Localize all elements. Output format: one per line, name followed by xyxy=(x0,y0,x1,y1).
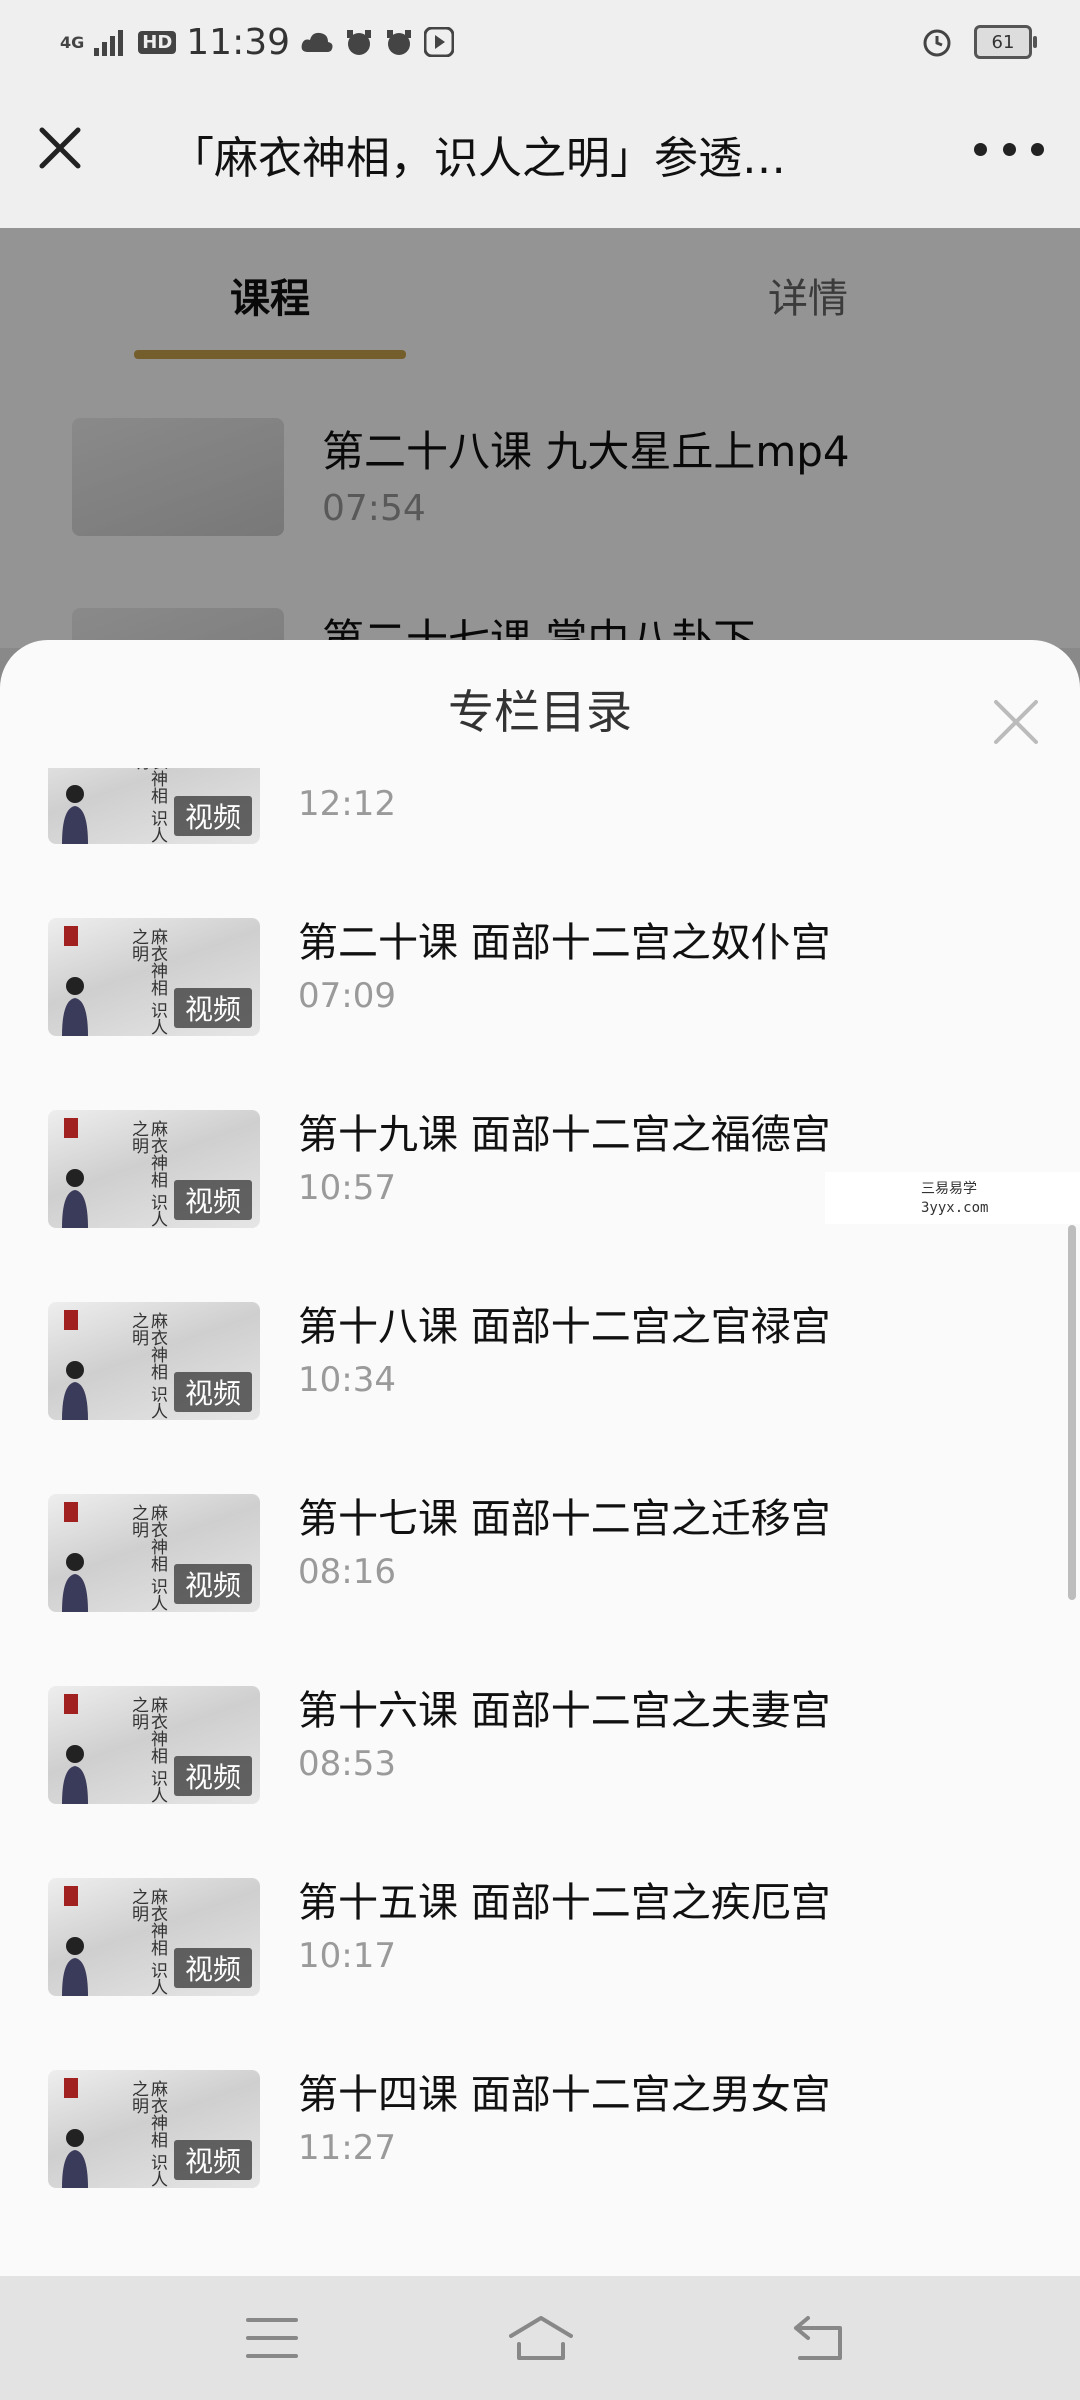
seal-mark xyxy=(64,1310,78,1330)
system-nav-bar xyxy=(0,2276,1080,2400)
person-figure xyxy=(62,2129,88,2188)
battery-indicator: 61 xyxy=(974,25,1037,59)
video-thumbnail[interactable]: 麻衣神相 识人之明 视频 xyxy=(48,1494,260,1612)
person-figure xyxy=(62,785,88,844)
hd-badge: HD xyxy=(138,30,177,54)
list-item[interactable]: 麻衣神相 识人之明 视频 第十八课 面部十二宫之官禄宫 10:34 xyxy=(0,1302,1080,1492)
video-badge: 视频 xyxy=(174,2140,252,2180)
video-badge: 视频 xyxy=(174,1948,252,1988)
person-figure xyxy=(62,1553,88,1612)
video-thumbnail[interactable]: 麻衣神相 识人之明 视频 xyxy=(48,1878,260,1996)
back-icon[interactable] xyxy=(790,2312,850,2364)
status-bar: 4G HD 11:39 61 xyxy=(0,0,1080,84)
list-item[interactable]: 麻衣神相 识人之明 视频 第二十课 面部十二宫之奴仆宫 07:09 xyxy=(0,918,1080,1108)
menu-icon[interactable] xyxy=(242,2312,302,2364)
lesson-title: 第二十一课 面部十二宫之相貌宫 xyxy=(298,768,871,776)
close-icon[interactable] xyxy=(30,118,90,178)
video-badge: 视频 xyxy=(174,988,252,1028)
status-right: 61 xyxy=(922,18,1037,66)
thumbnail-caption: 麻衣神相 识人之明 xyxy=(128,928,167,1036)
lesson-duration: 10:17 xyxy=(298,1936,396,1976)
lesson-title: 第十四课 面部十二宫之男女宫 xyxy=(298,2072,831,2118)
thumbnail-caption: 麻衣神相 识人之明 xyxy=(128,1504,167,1612)
lesson-title: 第十九课 面部十二宫之福德宫 xyxy=(298,1112,831,1158)
home-icon[interactable] xyxy=(505,2312,577,2364)
watermark-name: 三易易学 xyxy=(921,1181,977,1197)
person-figure xyxy=(62,1169,88,1228)
watermark-url: 3yyx.com xyxy=(921,1200,989,1216)
lesson-title: 第十七课 面部十二宫之迁移宫 xyxy=(298,1496,831,1542)
thumbnail-caption: 麻衣神相 识人之明 xyxy=(128,1888,167,1996)
seal-mark xyxy=(64,926,78,946)
video-badge: 视频 xyxy=(174,1756,252,1796)
seal-mark xyxy=(64,1886,78,1906)
thumbnail-caption: 麻衣神相 识人之明 xyxy=(128,768,167,844)
person-figure xyxy=(62,1361,88,1420)
video-badge: 视频 xyxy=(174,796,252,836)
more-icon[interactable] xyxy=(974,124,1044,174)
video-thumbnail[interactable]: 麻衣神相 识人之明 视频 xyxy=(48,768,260,844)
lesson-duration: 12:12 xyxy=(298,784,396,824)
video-badge: 视频 xyxy=(174,1180,252,1220)
thumbnail-caption: 麻衣神相 识人之明 xyxy=(128,1120,167,1228)
video-badge: 视频 xyxy=(174,1564,252,1604)
lesson-title: 第十八课 面部十二宫之官禄宫 xyxy=(298,1304,831,1350)
list-item[interactable]: 麻衣神相 识人之明 视频 第十七课 面部十二宫之迁移宫 08:16 xyxy=(0,1494,1080,1684)
thumbnail-caption: 麻衣神相 识人之明 xyxy=(128,1312,167,1420)
video-thumbnail[interactable]: 麻衣神相 识人之明 视频 xyxy=(48,1110,260,1228)
close-icon[interactable] xyxy=(988,694,1044,750)
cloud-icon xyxy=(301,32,333,52)
status-time: 11:39 xyxy=(186,21,291,63)
lesson-title: 第二十课 面部十二宫之奴仆宫 xyxy=(298,920,831,966)
video-thumbnail[interactable]: 麻衣神相 识人之明 视频 xyxy=(48,918,260,1036)
seal-mark xyxy=(64,1694,78,1714)
person-figure xyxy=(62,977,88,1036)
person-figure xyxy=(62,1745,88,1804)
alarm-icon xyxy=(923,29,951,57)
lesson-duration: 08:16 xyxy=(298,1552,396,1592)
app-notification-icon xyxy=(387,30,412,55)
person-figure xyxy=(62,1937,88,1996)
scrollbar[interactable] xyxy=(1068,1225,1076,1600)
lesson-title: 第十五课 面部十二宫之疾厄宫 xyxy=(298,1880,831,1926)
list-item[interactable]: 麻衣神相 识人之明 视频 第十五课 面部十二宫之疾厄宫 10:17 xyxy=(0,1878,1080,2068)
thumbnail-caption: 麻衣神相 识人之明 xyxy=(128,2080,167,2188)
watermark: 三易易学 3yyx.com xyxy=(825,1172,1080,1224)
catalog-list[interactable]: 麻衣神相 识人之明 视频 第二十一课 面部十二宫之相貌宫 12:12 麻衣神相 … xyxy=(0,768,1080,2276)
page-title: 「麻衣神相，识人之明」参透… xyxy=(170,133,786,184)
lesson-title: 第十六课 面部十二宫之夫妻宫 xyxy=(298,1688,831,1734)
list-item[interactable]: 麻衣神相 识人之明 视频 第十四课 面部十二宫之男女宫 11:27 xyxy=(0,2070,1080,2260)
signal-icon xyxy=(94,30,124,56)
network-type: 4G xyxy=(60,32,85,52)
list-item[interactable]: 麻衣神相 识人之明 视频 第二十一课 面部十二宫之相貌宫 12:12 xyxy=(0,768,1080,916)
catalog-sheet: 专栏目录 麻衣神相 识人之明 视频 第二十一课 面部十二宫之相貌宫 12:12 … xyxy=(0,640,1080,2276)
seal-mark xyxy=(64,2078,78,2098)
lesson-duration: 11:27 xyxy=(298,2128,396,2168)
play-notification-icon xyxy=(424,27,455,57)
lesson-duration: 07:09 xyxy=(298,976,396,1016)
seal-mark xyxy=(64,1502,78,1522)
seal-mark xyxy=(64,1118,78,1138)
video-thumbnail[interactable]: 麻衣神相 识人之明 视频 xyxy=(48,1686,260,1804)
status-left: 4G HD 11:39 xyxy=(60,18,455,66)
sheet-title: 专栏目录 xyxy=(448,685,632,739)
title-bar: 「麻衣神相，识人之明」参透… xyxy=(0,84,1080,228)
video-thumbnail[interactable]: 麻衣神相 识人之明 视频 xyxy=(48,1302,260,1420)
video-thumbnail[interactable]: 麻衣神相 识人之明 视频 xyxy=(48,2070,260,2188)
lesson-duration: 08:53 xyxy=(298,1744,396,1784)
video-badge: 视频 xyxy=(174,1372,252,1412)
list-item[interactable]: 麻衣神相 识人之明 视频 第十六课 面部十二宫之夫妻宫 08:53 xyxy=(0,1686,1080,1876)
battery-level: 61 xyxy=(991,31,1015,53)
thumbnail-caption: 麻衣神相 识人之明 xyxy=(128,1696,167,1804)
lesson-duration: 10:34 xyxy=(298,1360,396,1400)
app-notification-icon xyxy=(347,30,372,55)
lesson-duration: 10:57 xyxy=(298,1168,396,1208)
